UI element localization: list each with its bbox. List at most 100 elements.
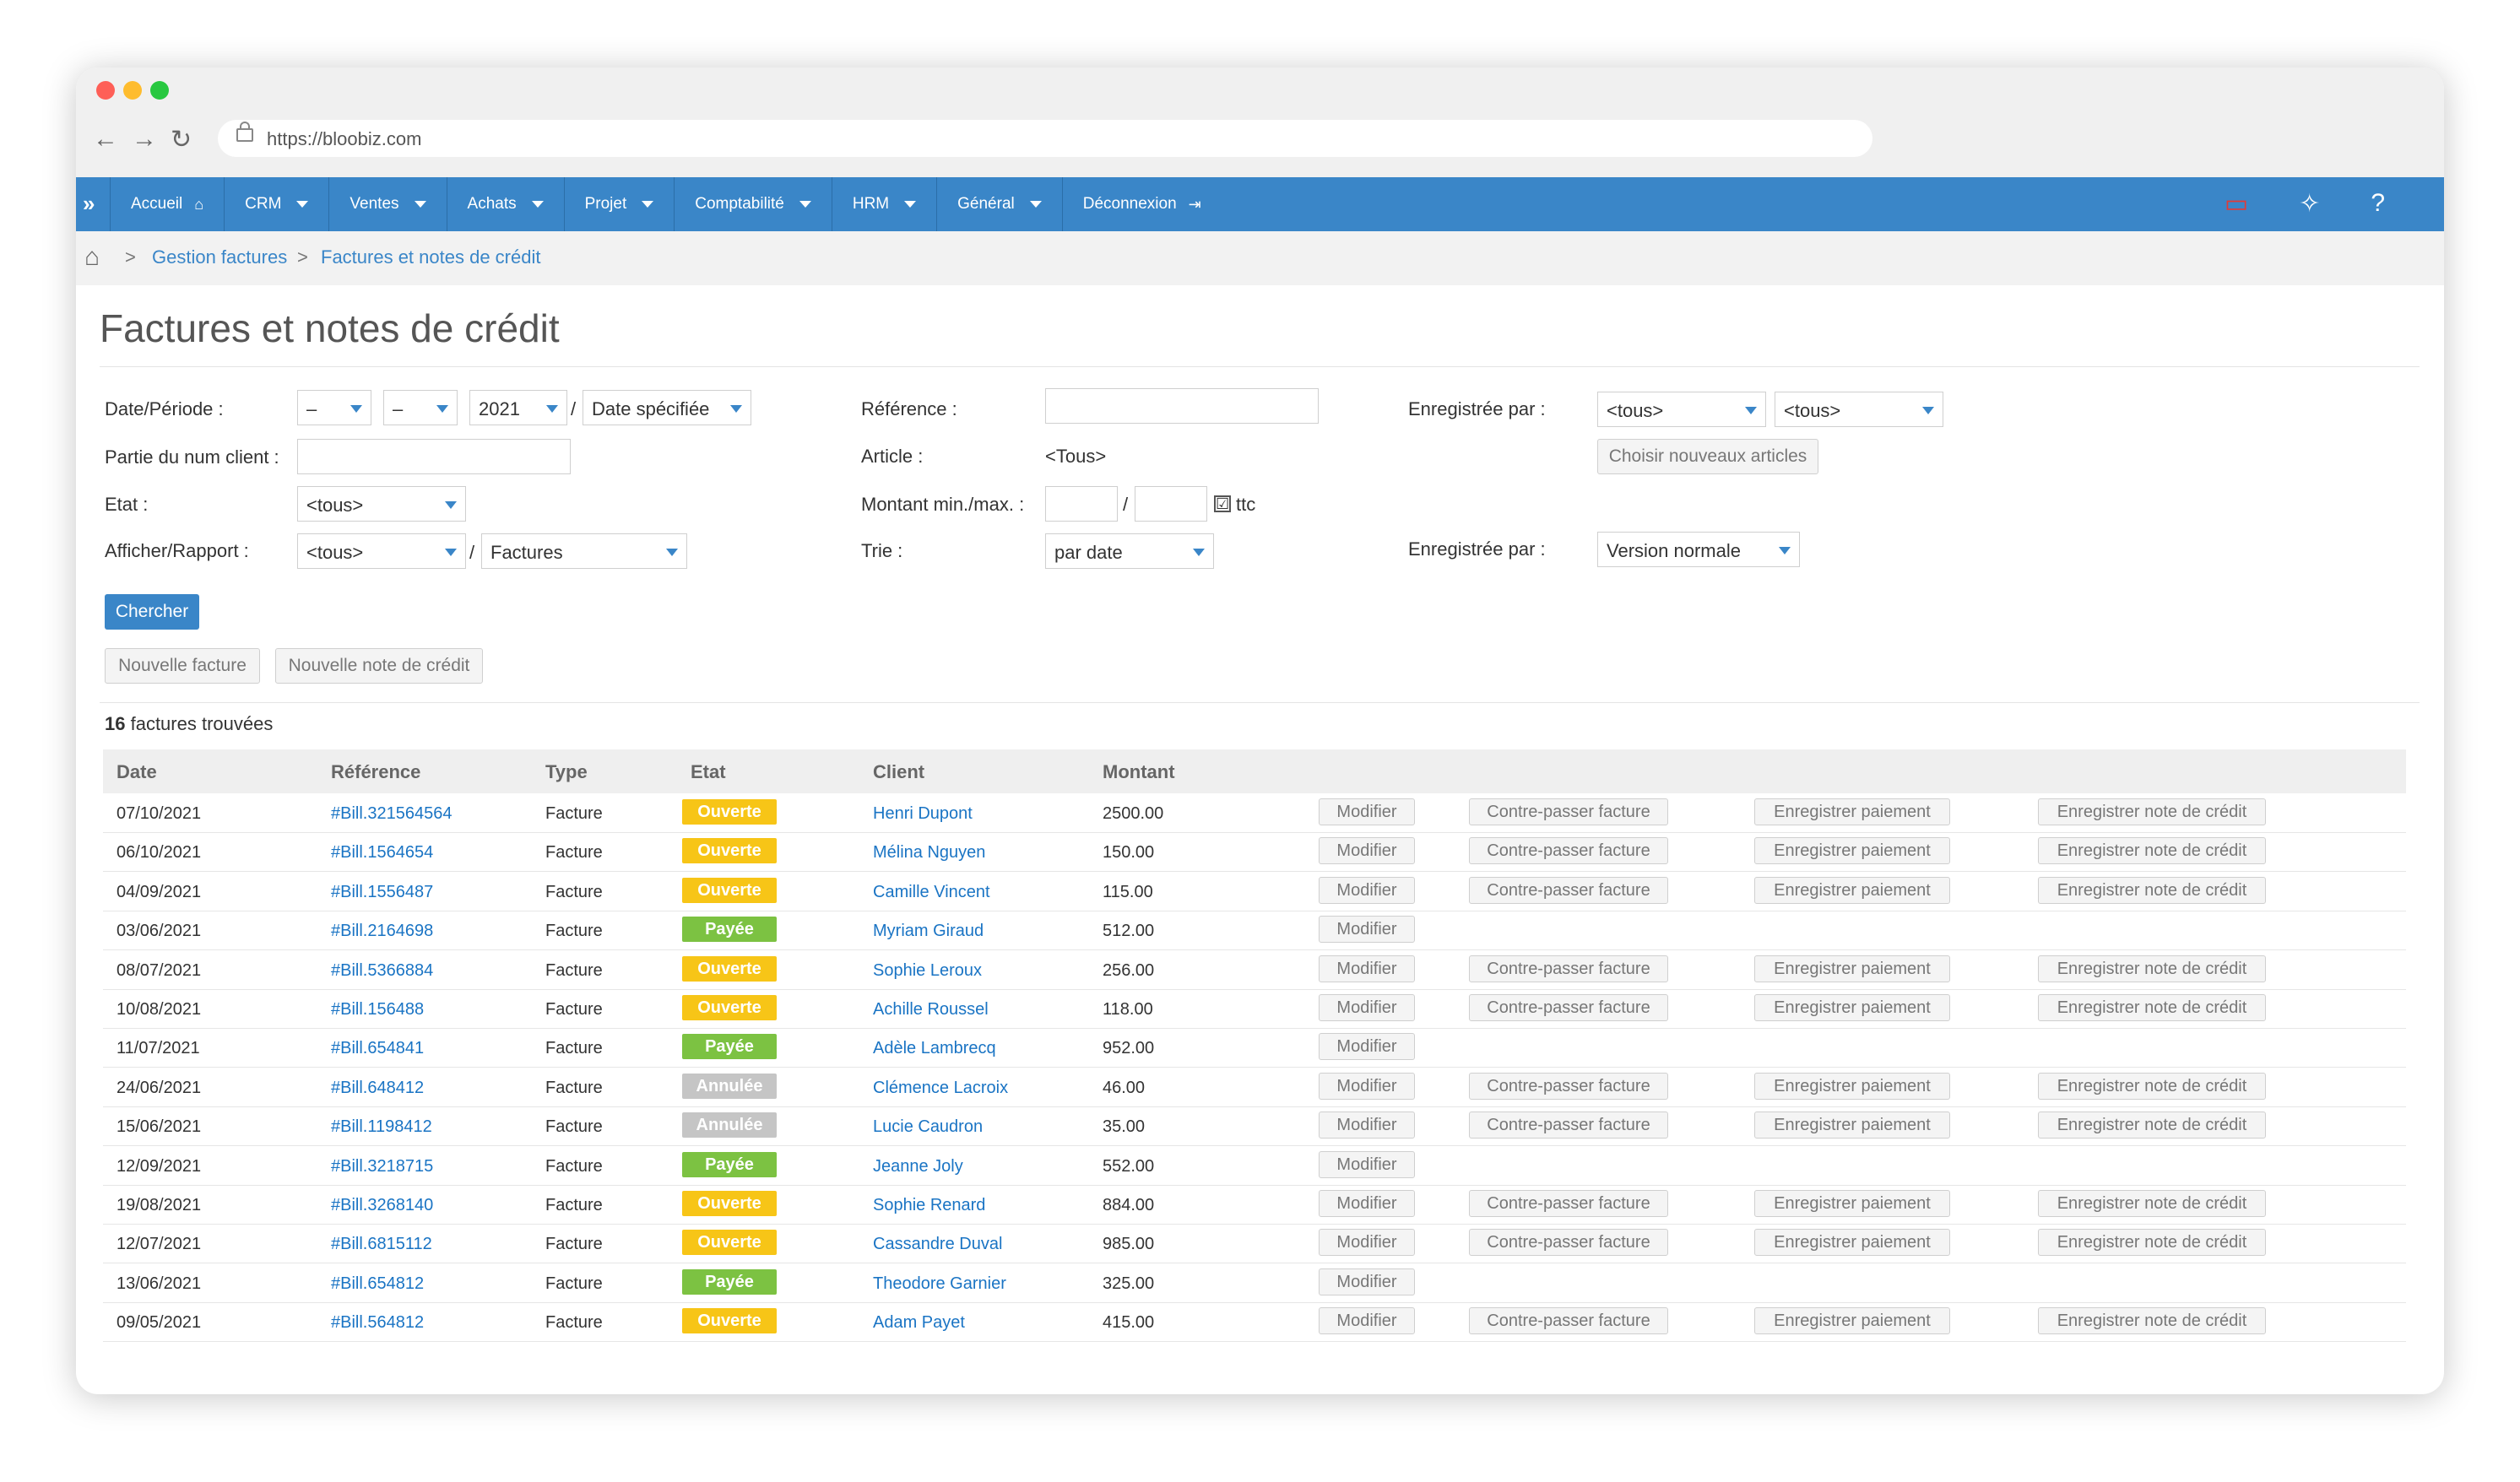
record-payment-button[interactable]: Enregistrer paiement [1754, 1112, 1950, 1139]
cell-reference-link[interactable]: #Bill.654812 [331, 1274, 424, 1294]
header-date[interactable]: Date [117, 761, 157, 783]
client-number-input[interactable] [297, 439, 571, 474]
cell-client-link[interactable]: Henri Dupont [873, 804, 973, 824]
header-type[interactable]: Type [545, 761, 588, 783]
record-credit-note-button[interactable]: Enregistrer note de crédit [2038, 1229, 2266, 1257]
nav-item-comptabilite[interactable]: Comptabilité [674, 177, 832, 231]
nav-item-deconnexion[interactable]: Déconnexion ⇥ [1061, 177, 1222, 231]
address-bar[interactable]: https://bloobiz.com [218, 120, 1872, 157]
cell-reference-link[interactable]: #Bill.654841 [331, 1039, 424, 1058]
enregistree-select-1[interactable]: <tous> [1597, 392, 1766, 427]
month-select[interactable]: – [383, 390, 458, 425]
cell-reference-link[interactable]: #Bill.5366884 [331, 961, 433, 981]
day-select[interactable]: – [297, 390, 371, 425]
etat-select[interactable]: <tous> [297, 486, 466, 522]
reverse-invoice-button[interactable]: Contre-passer facture [1469, 837, 1668, 865]
modify-button[interactable]: Modifier [1319, 1307, 1415, 1335]
modify-button[interactable]: Modifier [1319, 955, 1415, 982]
header-client[interactable]: Client [873, 761, 924, 783]
date-mode-select[interactable]: Date spécifiée [583, 390, 751, 425]
modify-button[interactable]: Modifier [1319, 994, 1415, 1021]
modify-button[interactable]: Modifier [1319, 1229, 1415, 1257]
trie-select[interactable]: par date [1045, 533, 1214, 569]
cell-reference-link[interactable]: #Bill.156488 [331, 1000, 424, 1020]
ttc-checkbox[interactable]: ☑ [1214, 495, 1231, 512]
record-payment-button[interactable]: Enregistrer paiement [1754, 837, 1950, 865]
header-montant[interactable]: Montant [1103, 761, 1175, 783]
cell-reference-link[interactable]: #Bill.3218715 [331, 1157, 433, 1176]
record-payment-button[interactable]: Enregistrer paiement [1754, 1072, 1950, 1100]
cell-client-link[interactable]: Lucie Caudron [873, 1117, 983, 1137]
nav-item-crm[interactable]: CRM [224, 177, 328, 231]
record-payment-button[interactable]: Enregistrer paiement [1754, 876, 1950, 904]
nav-item-achats[interactable]: Achats [446, 177, 564, 231]
reverse-invoice-button[interactable]: Contre-passer facture [1469, 955, 1668, 982]
record-credit-note-button[interactable]: Enregistrer note de crédit [2038, 837, 2266, 865]
reverse-invoice-button[interactable]: Contre-passer facture [1469, 1112, 1668, 1139]
cell-reference-link[interactable]: #Bill.3268140 [331, 1196, 433, 1215]
reverse-invoice-button[interactable]: Contre-passer facture [1469, 1229, 1668, 1257]
maximize-window-dot[interactable] [150, 81, 169, 100]
record-credit-note-button[interactable]: Enregistrer note de crédit [2038, 1190, 2266, 1217]
modify-button[interactable]: Modifier [1319, 1072, 1415, 1100]
header-etat[interactable]: Etat [691, 761, 726, 783]
new-invoice-button[interactable]: Nouvelle facture [105, 648, 260, 684]
record-credit-note-button[interactable]: Enregistrer note de crédit [2038, 994, 2266, 1021]
record-payment-button[interactable]: Enregistrer paiement [1754, 1229, 1950, 1257]
cell-client-link[interactable]: Clémence Lacroix [873, 1079, 1008, 1098]
cell-client-link[interactable]: Camille Vincent [873, 883, 990, 902]
modify-button[interactable]: Modifier [1319, 1033, 1415, 1061]
record-payment-button[interactable]: Enregistrer paiement [1754, 1307, 1950, 1335]
choose-articles-button[interactable]: Choisir nouveaux articles [1597, 439, 1818, 474]
breadcrumb-factures-notes[interactable]: Factures et notes de crédit [321, 246, 540, 268]
record-payment-button[interactable]: Enregistrer paiement [1754, 994, 1950, 1021]
cell-reference-link[interactable]: #Bill.2164698 [331, 922, 433, 941]
reverse-invoice-button[interactable]: Contre-passer facture [1469, 798, 1668, 825]
record-credit-note-button[interactable]: Enregistrer note de crédit [2038, 1072, 2266, 1100]
modify-button[interactable]: Modifier [1319, 837, 1415, 865]
reverse-invoice-button[interactable]: Contre-passer facture [1469, 1190, 1668, 1217]
afficher-select[interactable]: <tous> [297, 533, 466, 569]
enregistree-select-2[interactable]: <tous> [1775, 392, 1943, 427]
cell-client-link[interactable]: Jeanne Joly [873, 1157, 963, 1176]
cell-reference-link[interactable]: #Bill.1564654 [331, 843, 433, 863]
new-credit-note-button[interactable]: Nouvelle note de crédit [275, 648, 483, 684]
home-icon[interactable]: ⌂ [84, 243, 100, 272]
forward-arrow-icon[interactable]: → [132, 125, 157, 154]
close-window-dot[interactable] [96, 81, 115, 100]
cell-reference-link[interactable]: #Bill.1556487 [331, 883, 433, 902]
modify-button[interactable]: Modifier [1319, 1150, 1415, 1178]
cell-reference-link[interactable]: #Bill.564812 [331, 1313, 424, 1333]
cell-reference-link[interactable]: #Bill.321564564 [331, 804, 452, 824]
back-arrow-icon[interactable]: ← [93, 125, 118, 154]
cell-client-link[interactable]: Cassandre Duval [873, 1235, 1002, 1254]
search-button[interactable]: Chercher [105, 594, 199, 630]
modify-button[interactable]: Modifier [1319, 798, 1415, 825]
cell-client-link[interactable]: Myriam Giraud [873, 922, 984, 941]
cell-client-link[interactable]: Theodore Garnier [873, 1274, 1006, 1294]
magic-wand-icon[interactable]: ✧ [2299, 189, 2320, 219]
reference-input[interactable] [1045, 388, 1319, 424]
montant-min-input[interactable] [1045, 486, 1118, 522]
cell-client-link[interactable]: Sophie Leroux [873, 961, 982, 981]
record-credit-note-button[interactable]: Enregistrer note de crédit [2038, 955, 2266, 982]
nav-item-general[interactable]: Général [936, 177, 1062, 231]
year-select[interactable]: 2021 [469, 390, 567, 425]
monitor-icon[interactable]: ▭ [2225, 189, 2248, 219]
record-payment-button[interactable]: Enregistrer paiement [1754, 955, 1950, 982]
breadcrumb-gestion-factures[interactable]: Gestion factures [152, 246, 287, 268]
cell-client-link[interactable]: Mélina Nguyen [873, 843, 985, 863]
modify-button[interactable]: Modifier [1319, 916, 1415, 944]
record-payment-button[interactable]: Enregistrer paiement [1754, 798, 1950, 825]
record-credit-note-button[interactable]: Enregistrer note de crédit [2038, 1112, 2266, 1139]
header-reference[interactable]: Référence [331, 761, 420, 783]
version-select[interactable]: Version normale [1597, 532, 1800, 567]
nav-item-hrm[interactable]: HRM [831, 177, 936, 231]
rapport-select[interactable]: Factures [481, 533, 687, 569]
article-value[interactable]: <Tous> [1045, 446, 1106, 468]
modify-button[interactable]: Modifier [1319, 1190, 1415, 1217]
record-payment-button[interactable]: Enregistrer paiement [1754, 1190, 1950, 1217]
reverse-invoice-button[interactable]: Contre-passer facture [1469, 994, 1668, 1021]
montant-max-input[interactable] [1135, 486, 1207, 522]
cell-client-link[interactable]: Achille Roussel [873, 1000, 989, 1020]
